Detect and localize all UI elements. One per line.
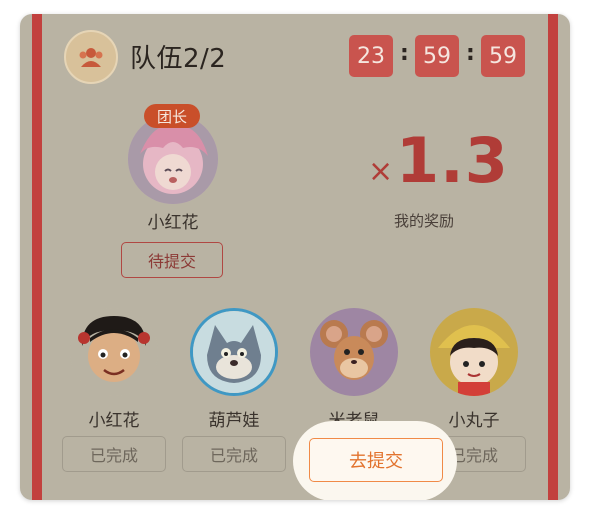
timer-hours: 23 (349, 35, 393, 77)
pending-submit-button[interactable]: 待提交 (121, 242, 223, 278)
member-name-2: 葫芦娃 (208, 411, 260, 431)
member-name-4: 小丸子 (448, 411, 500, 431)
team-card: 队伍2/2 23 : 59 : 59 团长 小红花 待提交 × 1.3 我的奖励 (20, 14, 570, 500)
timer-seconds: 59 (481, 35, 525, 77)
member-avatar-4 (430, 308, 518, 396)
timer-colon: : (400, 41, 409, 66)
timer-colon: : (466, 41, 475, 66)
reward-label: 我的奖励 (394, 212, 455, 230)
member-avatar-2 (190, 308, 278, 396)
member-completed-button-2[interactable]: 已完成 (182, 436, 286, 472)
member-avatar-3 (310, 308, 398, 396)
member-name-1: 小红花 (88, 411, 140, 431)
right-border-rail (548, 14, 558, 500)
team-users-icon (64, 30, 118, 84)
reward-multiplier: 1.3 (396, 124, 509, 197)
timer-minutes: 59 (415, 35, 459, 77)
member-completed-button-1[interactable]: 已完成 (62, 436, 166, 472)
leader-name: 小红花 (147, 213, 199, 233)
member-avatar-1 (70, 308, 158, 396)
left-border-rail (32, 14, 42, 500)
multiplier-symbol: × (368, 154, 394, 189)
team-title: 队伍2/2 (130, 44, 227, 74)
go-submit-button[interactable]: 去提交 (309, 438, 443, 482)
leader-tag: 团长 (144, 104, 200, 128)
